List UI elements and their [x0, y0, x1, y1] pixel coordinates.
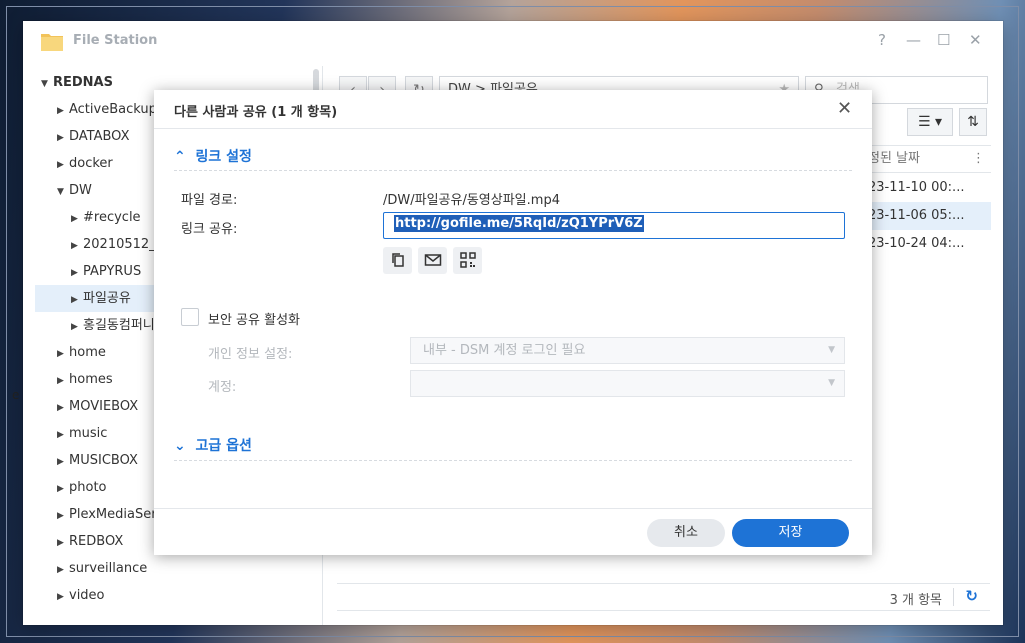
- copy-link-button[interactable]: [383, 247, 412, 274]
- tree-item-label: DATABOX: [69, 129, 130, 144]
- file-path-label: 파일 경로:: [181, 193, 238, 208]
- help-icon[interactable]: ?: [878, 31, 886, 49]
- modified-cell: 23-10-24 04:...: [868, 236, 965, 251]
- copy-icon: [391, 253, 404, 267]
- chevron-down-icon: ⌄: [174, 438, 186, 454]
- tree-item-label: #recycle: [83, 210, 141, 225]
- caret-right-icon: ▶: [57, 592, 64, 602]
- caret-right-icon: ▶: [57, 160, 64, 170]
- caret-right-icon: ▶: [57, 133, 64, 143]
- tree-item-label: music: [69, 426, 108, 441]
- caret-down-icon: ▼: [828, 345, 835, 355]
- tree-item-label: 홍길동컴퍼니: [83, 318, 155, 333]
- dialog-title: 다른 사람과 공유 (1 개 항목): [174, 105, 338, 120]
- caret-right-icon: ▶: [57, 106, 64, 116]
- caret-right-icon: ▶: [71, 295, 78, 305]
- caret-down-icon: ▼: [57, 187, 64, 197]
- caret-right-icon: ▶: [57, 511, 64, 521]
- share-link-text[interactable]: http://gofile.me/5RqId/zQ1YPrV6Z: [394, 215, 644, 232]
- caret-right-icon: ▶: [57, 484, 64, 494]
- close-icon[interactable]: ✕: [837, 98, 852, 119]
- account-select: ▼: [410, 370, 845, 397]
- tree-item-label: homes: [69, 372, 113, 387]
- section-divider: [174, 170, 852, 171]
- tree-item-label: MOVIEBOX: [69, 399, 139, 414]
- tree-item-label: MUSICBOX: [69, 453, 138, 468]
- caret-right-icon: ▶: [57, 349, 64, 359]
- tree-item-label: ActiveBackup: [69, 102, 157, 117]
- divider: [154, 508, 872, 509]
- mail-icon: [424, 254, 441, 266]
- tree-item-label: video: [69, 588, 105, 603]
- caret-down-icon: ▼: [828, 378, 835, 388]
- modified-cell: 23-11-06 05:...: [868, 208, 965, 223]
- caret-right-icon: ▶: [57, 403, 64, 413]
- caret-right-icon: ▶: [57, 430, 64, 440]
- qr-code-button[interactable]: [453, 247, 482, 274]
- app-title: File Station: [73, 33, 158, 48]
- section-title: 고급 옵션: [195, 438, 252, 454]
- modified-cell: 23-11-10 00:...: [868, 180, 965, 195]
- link-share-label: 링크 공유:: [181, 222, 238, 237]
- close-icon[interactable]: ✕: [969, 31, 982, 49]
- share-dialog: 다른 사람과 공유 (1 개 항목) ✕ ⌃ 링크 설정 파일 경로: /DW/…: [154, 90, 872, 555]
- tree-item-label: docker: [69, 156, 113, 171]
- caret-right-icon: ▶: [57, 565, 64, 575]
- file-path-value: /DW/파일공유/동영상파일.mp4: [383, 193, 560, 208]
- cancel-button[interactable]: 취소: [647, 519, 725, 547]
- caret-right-icon: ▶: [71, 214, 78, 224]
- caret-right-icon: ▶: [57, 376, 64, 386]
- more-vertical-icon[interactable]: ⋮: [972, 146, 985, 172]
- caret-right-icon: ▶: [71, 268, 78, 278]
- title-bar: File Station ? — ☐ ✕: [23, 21, 1003, 61]
- minimize-icon[interactable]: —: [906, 31, 921, 49]
- advanced-options-toggle[interactable]: ⌄ 고급 옵션: [174, 435, 252, 455]
- view-mode-button[interactable]: ☰ ▾: [907, 108, 953, 136]
- privacy-label: 개인 정보 설정:: [208, 347, 293, 362]
- tree-item-label: DW: [69, 183, 92, 198]
- caret-down-icon: ▼: [41, 79, 48, 89]
- tree-item-label: 20210512_: [83, 237, 156, 252]
- column-header-label: 정된 날짜: [868, 151, 920, 166]
- tree-item-label: REDBOX: [69, 534, 124, 549]
- account-label: 계정:: [208, 380, 237, 395]
- item-count: 3 개 항목: [889, 593, 942, 608]
- caret-right-icon: ▶: [57, 457, 64, 467]
- caret-right-icon: ▶: [71, 322, 78, 332]
- tree-item-label: 파일공유: [83, 291, 131, 306]
- secure-share-checkbox[interactable]: [181, 308, 199, 326]
- privacy-value: 내부 - DSM 계정 로그인 필요: [423, 343, 586, 358]
- tree-item-label: photo: [69, 480, 107, 495]
- tree-item[interactable]: ▶ surveillance: [57, 555, 311, 582]
- list-view-icon: ☰ ▾: [917, 114, 943, 130]
- caret-right-icon: ▶: [57, 538, 64, 548]
- save-button[interactable]: 저장: [732, 519, 849, 547]
- secure-share-label: 보안 공유 활성화: [208, 313, 300, 328]
- caret-right-icon: ▶: [71, 241, 78, 251]
- background-edge-text: e: [12, 388, 20, 402]
- tree-item-label: home: [69, 345, 106, 360]
- maximize-icon[interactable]: ☐: [937, 31, 950, 49]
- email-link-button[interactable]: [418, 247, 447, 274]
- tree-item[interactable]: ▶ video: [57, 582, 311, 609]
- refresh-icon[interactable]: ↻: [965, 587, 978, 605]
- divider: [154, 128, 872, 129]
- section-divider: [174, 460, 852, 461]
- chevron-up-icon: ⌃: [174, 149, 186, 165]
- link-settings-toggle[interactable]: ⌃ 링크 설정: [174, 146, 252, 166]
- share-link-field[interactable]: http://gofile.me/5RqId/zQ1YPrV6Z: [383, 212, 845, 239]
- tree-root-label: REDNAS: [53, 75, 113, 90]
- folder-icon: [41, 34, 63, 51]
- sort-button[interactable]: ⇅: [959, 108, 987, 136]
- section-title: 링크 설정: [195, 149, 252, 165]
- status-bar: 3 개 항목 ↻: [337, 583, 990, 611]
- status-divider: [953, 588, 954, 606]
- tree-item-label: PAPYRUS: [83, 264, 142, 279]
- sort-icon: ⇅: [967, 114, 979, 130]
- qr-code-icon: [459, 252, 476, 268]
- tree-item-label: surveillance: [69, 561, 148, 576]
- privacy-select: 내부 - DSM 계정 로그인 필요 ▼: [410, 337, 845, 364]
